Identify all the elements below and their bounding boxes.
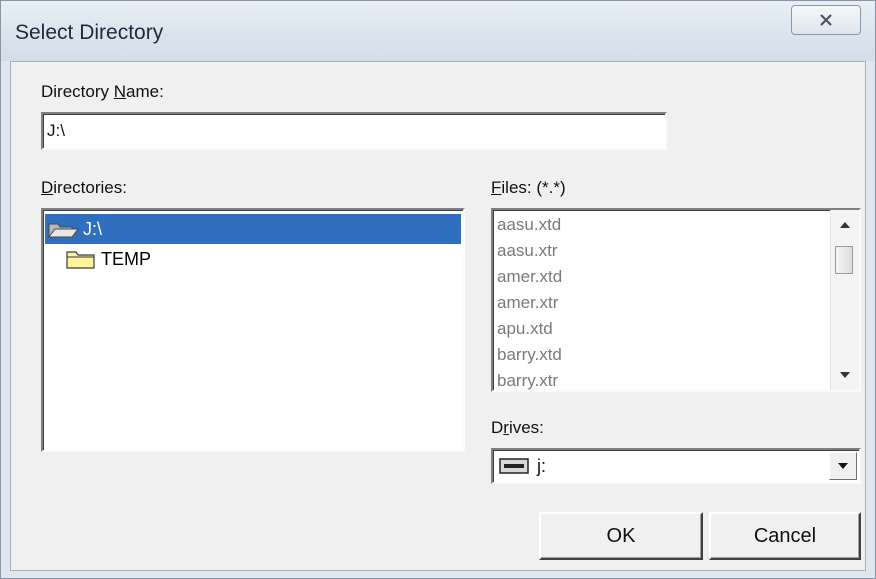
folder-icon xyxy=(66,251,95,269)
ok-button[interactable]: OK xyxy=(539,512,703,560)
directory-item-temp[interactable]: TEMP xyxy=(45,244,461,274)
scroll-thumb[interactable] xyxy=(835,246,853,274)
scroll-up-button[interactable] xyxy=(831,210,859,240)
files-scrollbar[interactable] xyxy=(830,210,859,390)
arrow-up-icon xyxy=(840,222,850,228)
drive-icon xyxy=(499,458,529,474)
directory-name-label: Directory Name: xyxy=(41,82,164,101)
drives-label: Drives: xyxy=(491,418,544,437)
close-icon xyxy=(820,14,832,26)
dropdown-button[interactable] xyxy=(829,452,857,480)
chevron-down-icon xyxy=(838,463,848,469)
dialog-title: Select Directory xyxy=(15,21,164,44)
directories-label: Directories: xyxy=(41,178,127,197)
file-item[interactable]: barry.xtr xyxy=(497,368,558,390)
directory-item-label: TEMP xyxy=(101,248,152,269)
file-item[interactable]: aasu.xtd xyxy=(497,212,561,238)
arrow-down-icon xyxy=(840,372,850,378)
directory-name-input[interactable] xyxy=(41,112,667,150)
selected-drive: j: xyxy=(537,456,546,476)
scroll-down-button[interactable] xyxy=(831,360,859,390)
file-item[interactable]: apu.xtd xyxy=(497,316,553,342)
directory-item-label: J:\ xyxy=(83,218,103,239)
title-bar[interactable]: Select Directory xyxy=(1,1,875,61)
file-item[interactable]: amer.xtd xyxy=(497,264,562,290)
file-item[interactable]: aasu.xtr xyxy=(497,238,557,264)
open-folder-icon xyxy=(48,223,79,238)
drives-select[interactable]: j: xyxy=(491,448,861,484)
close-button[interactable] xyxy=(791,5,861,35)
directory-item-root[interactable]: J:\ xyxy=(45,214,461,244)
dialog-body: Directory Name: Directories: J:\ TEMP Fi… xyxy=(10,61,866,571)
files-label: Files: (*.*) xyxy=(491,178,566,197)
select-directory-dialog: Select Directory Directory Name: Directo… xyxy=(0,0,876,579)
file-item[interactable]: amer.xtr xyxy=(497,290,558,316)
files-list[interactable]: aasu.xtd aasu.xtr amer.xtd amer.xtr apu.… xyxy=(491,208,861,392)
cancel-button[interactable]: Cancel xyxy=(709,512,861,560)
directories-list[interactable]: J:\ TEMP xyxy=(41,208,465,452)
file-item[interactable]: barry.xtd xyxy=(497,342,562,368)
